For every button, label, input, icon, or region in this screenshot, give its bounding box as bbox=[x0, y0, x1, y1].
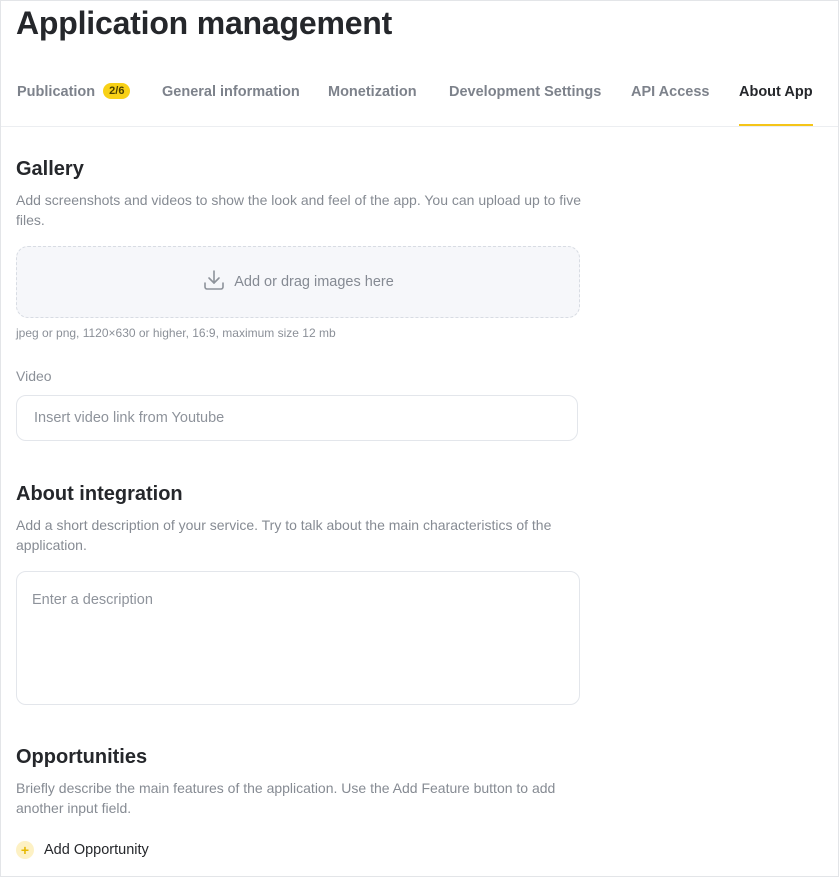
opportunities-description: Briefly describe the main features of th… bbox=[16, 780, 556, 816]
progress-badge: 2/6 bbox=[103, 83, 131, 99]
video-label: Video bbox=[16, 368, 52, 384]
tab-bar: Publication 2/6 General information Monet… bbox=[1, 71, 838, 127]
tab-label: Publication bbox=[17, 84, 96, 100]
image-dropzone[interactable]: Add or drag images here bbox=[16, 246, 580, 318]
tab-publication[interactable]: Publication 2/6 bbox=[17, 71, 131, 125]
add-opportunity-label: Add Opportunity bbox=[44, 842, 149, 858]
plus-icon: + bbox=[16, 841, 34, 859]
video-link-input[interactable] bbox=[32, 409, 562, 427]
download-icon bbox=[202, 268, 226, 297]
gallery-title: Gallery bbox=[16, 158, 84, 180]
upload-hint: jpeg or png, 1120×630 or higher, 16:9, m… bbox=[16, 326, 336, 340]
dropzone-label: Add or drag images here bbox=[234, 274, 394, 290]
tab-monetization[interactable]: Monetization bbox=[328, 71, 417, 125]
opportunities-title: Opportunities bbox=[16, 746, 148, 768]
description-input[interactable] bbox=[32, 590, 564, 686]
app-frame: Application management Publication 2/6 Ge… bbox=[0, 0, 839, 877]
video-link-field[interactable] bbox=[16, 395, 578, 441]
gallery-description: Add screenshots and videos to show the l… bbox=[16, 192, 582, 228]
tab-about-app[interactable]: About App bbox=[739, 71, 813, 126]
tab-general-information[interactable]: General information bbox=[162, 71, 300, 125]
integration-title: About integration bbox=[16, 483, 183, 505]
page-title: Application management bbox=[16, 5, 393, 41]
tab-development-settings[interactable]: Development Settings bbox=[449, 71, 601, 125]
description-field[interactable] bbox=[16, 571, 580, 705]
add-opportunity-button[interactable]: + Add Opportunity bbox=[16, 841, 149, 859]
tab-api-access[interactable]: API Access bbox=[631, 71, 709, 125]
integration-description: Add a short description of your service.… bbox=[16, 517, 552, 553]
